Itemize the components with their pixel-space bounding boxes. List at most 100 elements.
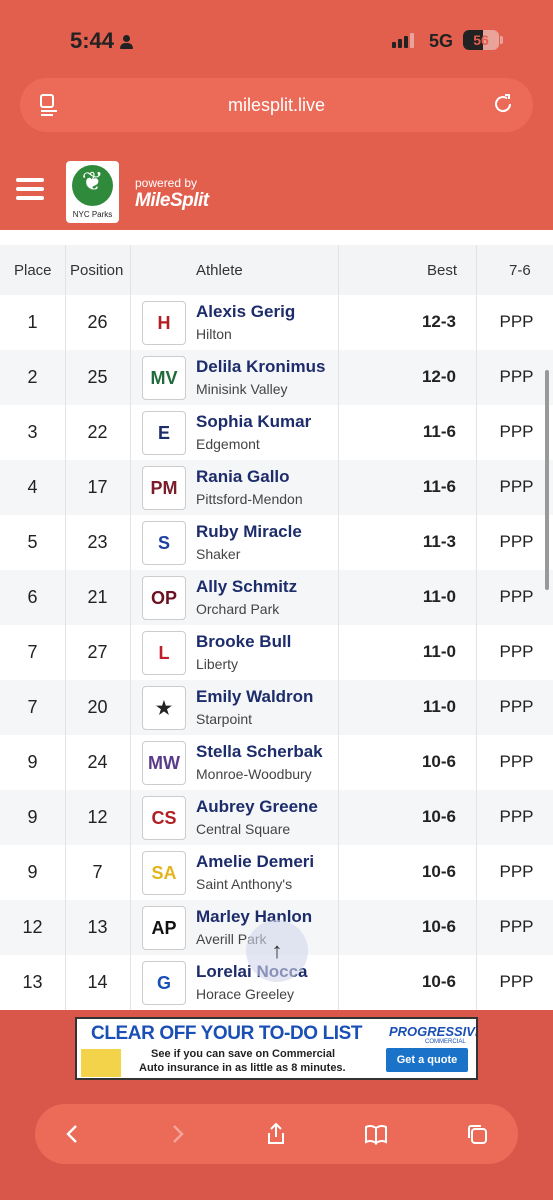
athlete-name-link[interactable]: Delila Kronimus: [196, 357, 325, 377]
school-logo[interactable]: H: [142, 301, 186, 345]
school-name-link[interactable]: Monroe-Woodbury: [196, 766, 312, 782]
table-row[interactable]: 7 20 ★ Emily Waldron Starpoint 11-0 PPP: [0, 680, 553, 735]
school-name-link[interactable]: Minisink Valley: [196, 381, 288, 397]
reload-icon[interactable]: [491, 92, 515, 116]
height-attempt-cell: PPP: [499, 807, 534, 826]
table-row[interactable]: 3 22 E Sophia Kumar Edgemont 11-6 PPP: [0, 405, 553, 460]
school-name-link[interactable]: Edgemont: [196, 436, 260, 452]
table-row[interactable]: 6 21 OP Ally Schmitz Orchard Park 11-0 PPP: [0, 570, 553, 625]
table-row[interactable]: 9 12 CS Aubrey Greene Central Square 10-6 PPP: [0, 790, 553, 845]
height-attempt-cell: PPP: [499, 532, 534, 551]
url-text[interactable]: milesplit.live: [20, 95, 533, 116]
back-icon[interactable]: [61, 1122, 85, 1146]
school-name-link[interactable]: Starpoint: [196, 711, 252, 727]
school-logo[interactable]: OP: [142, 576, 186, 620]
school-logo[interactable]: MV: [142, 356, 186, 400]
position-cell: 23: [87, 532, 108, 552]
athlete-name-link[interactable]: Sophia Kumar: [196, 412, 311, 432]
athlete-name-link[interactable]: Emily Waldron: [196, 687, 313, 707]
position-cell: 21: [87, 587, 108, 607]
school-logo[interactable]: CS: [142, 796, 186, 840]
col-athlete[interactable]: Athlete: [196, 262, 243, 279]
best-mark-cell: 11-0: [422, 642, 456, 661]
athlete-name-link[interactable]: Ruby Miracle: [196, 522, 302, 542]
athlete-name-link[interactable]: Ally Schmitz: [196, 577, 297, 597]
school-name-link[interactable]: Pittsford-Mendon: [196, 491, 303, 507]
school-logo-text: L: [158, 642, 170, 663]
height-attempt-cell: PPP: [499, 367, 534, 386]
school-logo-text: E: [157, 422, 170, 443]
place-cell: 9: [27, 862, 38, 882]
col-height[interactable]: 7-6: [509, 262, 531, 279]
best-mark-cell: 11-0: [422, 587, 456, 606]
athlete-name-link[interactable]: Alexis Gerig: [196, 302, 295, 322]
athlete-name-link[interactable]: Rania Gallo: [196, 467, 290, 487]
share-icon[interactable]: [264, 1122, 288, 1146]
school-logo[interactable]: SA: [142, 851, 186, 895]
school-logo[interactable]: S: [142, 521, 186, 565]
school-logo[interactable]: PM: [142, 466, 186, 510]
school-name-link[interactable]: Orchard Park: [196, 601, 279, 617]
tabs-icon[interactable]: [465, 1122, 489, 1146]
scrollbar[interactable]: [545, 370, 549, 590]
get-quote-button[interactable]: Get a quote: [386, 1048, 468, 1072]
position-cell: 27: [87, 642, 108, 662]
school-name-link[interactable]: Hilton: [196, 326, 232, 342]
athlete-name-link[interactable]: Aubrey Greene: [196, 797, 318, 817]
browser-toolbar: [35, 1104, 518, 1164]
best-mark-cell: 10-6: [421, 807, 456, 826]
school-logo-text: H: [157, 312, 171, 333]
height-attempt-cell: PPP: [499, 587, 534, 606]
school-name-link[interactable]: Central Square: [196, 821, 290, 837]
athlete-name-link[interactable]: Stella Scherbak: [196, 742, 323, 762]
school-logo[interactable]: G: [142, 961, 186, 1005]
bookmarks-icon[interactable]: [364, 1122, 388, 1146]
school-name-link[interactable]: Shaker: [196, 546, 240, 562]
athlete-name-link[interactable]: Marley Hanlon: [196, 907, 312, 927]
ad-line-2: Auto insurance in as little as 8 minutes…: [139, 1062, 346, 1074]
table-row[interactable]: 4 17 PM Rania Gallo Pittsford-Mendon 11-6 PPP: [0, 460, 553, 515]
table-row[interactable]: 9 24 MW Stella Scherbak Monroe-Woodbury 10-6 P…: [0, 735, 553, 790]
school-logo[interactable]: AP: [142, 906, 186, 950]
height-attempt-cell: PPP: [499, 697, 534, 716]
powered-by-label: powered by: [135, 176, 198, 190]
best-mark-cell: 11-0: [422, 697, 456, 716]
table-row[interactable]: 2 25 MV Delila Kronimus Minisink Valley 12-0 P…: [0, 350, 553, 405]
address-bar[interactable]: milesplit.live: [20, 78, 533, 132]
best-mark-cell: 11-6: [422, 477, 456, 496]
position-cell: 12: [87, 807, 108, 827]
height-attempt-cell: PPP: [499, 752, 534, 771]
school-logo[interactable]: E: [142, 411, 186, 455]
place-cell: 12: [22, 917, 43, 937]
school-logo[interactable]: ★: [142, 686, 186, 730]
athlete-name-link[interactable]: Brooke Bull: [196, 632, 291, 652]
menu-icon[interactable]: [16, 178, 44, 200]
table-row[interactable]: 9 7 SA Amelie Demeri Saint Anthony's 10-6 PPP: [0, 845, 553, 900]
col-position[interactable]: Position: [70, 262, 123, 279]
table-row[interactable]: 1 26 H Alexis Gerig Hilton 12-3 PPP: [0, 295, 553, 350]
school-name-link[interactable]: Liberty: [196, 656, 238, 672]
milesplit-logo[interactable]: MileSplit: [135, 190, 209, 212]
best-mark-cell: 10-6: [421, 862, 456, 881]
col-place[interactable]: Place: [14, 262, 52, 279]
position-cell: 26: [87, 312, 108, 332]
position-cell: 24: [87, 752, 108, 772]
network-label: 5G: [429, 31, 454, 51]
height-attempt-cell: PPP: [499, 422, 534, 441]
col-best[interactable]: Best: [427, 262, 457, 279]
scroll-to-top-button[interactable]: ↑: [246, 920, 308, 982]
signal-icon: [392, 32, 414, 48]
school-name-link[interactable]: Saint Anthony's: [196, 876, 292, 892]
school-logo-text: CS: [151, 807, 177, 828]
school-name-link[interactable]: Horace Greeley: [196, 986, 294, 1002]
school-logo[interactable]: L: [142, 631, 186, 675]
forward-icon[interactable]: [165, 1122, 189, 1146]
school-logo[interactable]: MW: [142, 741, 186, 785]
col-divider: [338, 245, 339, 1010]
table-row[interactable]: 5 23 S Ruby Miracle Shaker 11-3 PPP: [0, 515, 553, 570]
athlete-name-link[interactable]: Amelie Demeri: [196, 852, 314, 872]
nyc-parks-logo[interactable]: ❦ NYC Parks: [66, 161, 119, 223]
advertisement-banner[interactable]: CLEAR OFF YOUR TO-DO LIST See if you can…: [75, 1017, 478, 1080]
school-logo-text: OP: [150, 587, 177, 608]
table-row[interactable]: 7 27 L Brooke Bull Liberty 11-0 PPP: [0, 625, 553, 680]
